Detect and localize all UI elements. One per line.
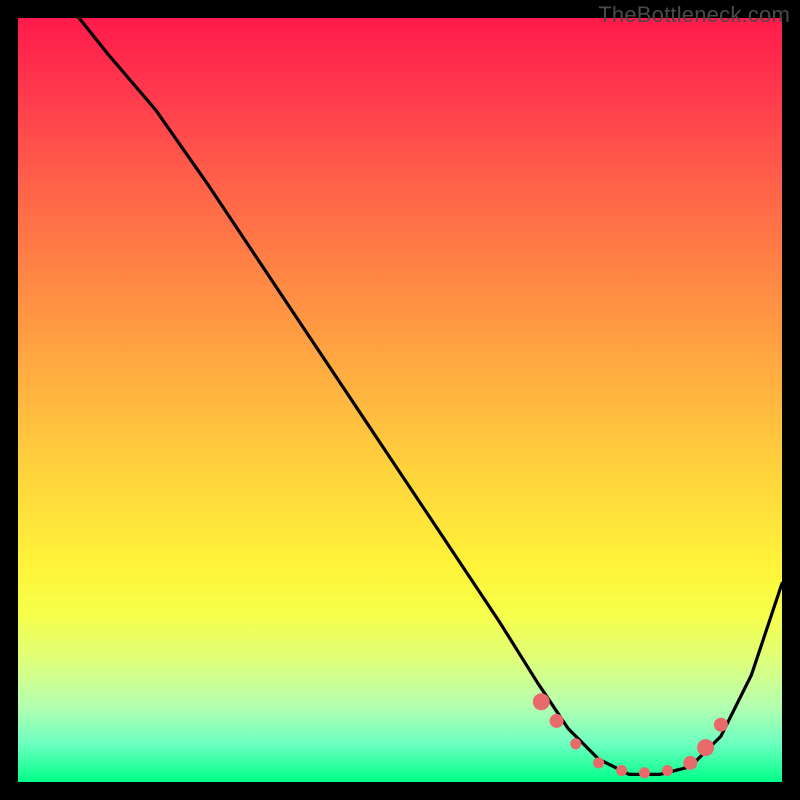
highlight-dot xyxy=(683,756,697,770)
highlight-dot xyxy=(662,765,673,776)
chart-svg xyxy=(18,18,782,782)
watermark-text: TheBottleneck.com xyxy=(598,2,790,28)
highlight-dot xyxy=(697,739,714,756)
highlight-dots xyxy=(533,693,728,778)
highlight-dot xyxy=(533,693,550,710)
highlight-dot xyxy=(616,765,627,776)
bottleneck-curve xyxy=(56,3,782,775)
highlight-dot xyxy=(550,714,564,728)
highlight-dot xyxy=(570,738,581,749)
highlight-dot xyxy=(593,757,604,768)
chart-frame xyxy=(18,18,782,782)
highlight-dot xyxy=(639,767,650,778)
highlight-dot xyxy=(714,718,728,732)
